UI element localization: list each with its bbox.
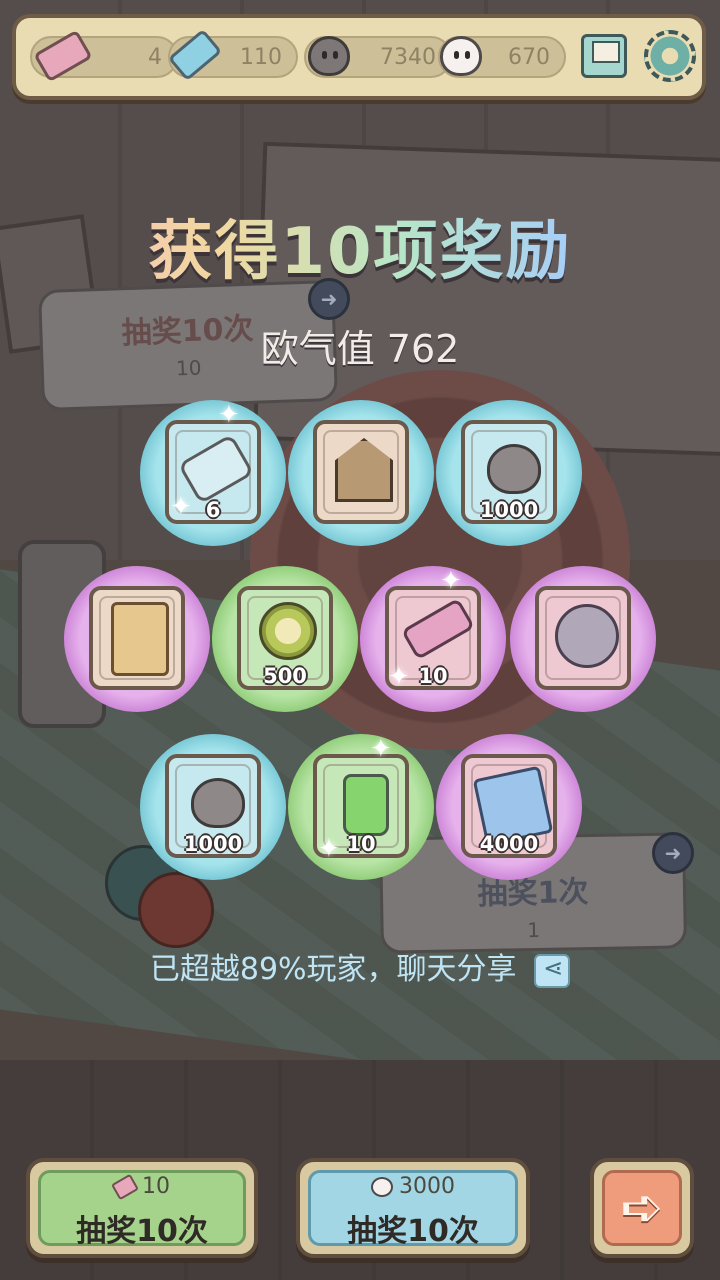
share-text: 已超越89%玩家，聊天分享 [149, 952, 517, 987]
reward-qty: 1000 [479, 498, 539, 522]
button-cost: 10 [30, 1173, 254, 1201]
reward-cuckoo-house[interactable] [288, 400, 434, 546]
sparkle-icon: ✦ [170, 492, 192, 522]
share-row[interactable]: 已超越89%玩家，聊天分享 [0, 944, 720, 988]
wheel-icon [259, 602, 317, 660]
pink-ticket-icon [110, 1173, 140, 1201]
white-ghost-icon [440, 36, 482, 76]
ghost-icon [191, 778, 245, 828]
white-ghost-count: 670 [508, 45, 550, 70]
reward-card [535, 586, 631, 690]
sparkle-icon: ✦ [440, 566, 462, 596]
pink-ticket-icon [33, 29, 93, 83]
reward-embroidered-cloth[interactable]: 4000 [436, 734, 582, 880]
reward-scroll[interactable]: 6 ✦ ✦ [140, 400, 286, 546]
resource-bar: 4 110 7340 670 [12, 14, 706, 100]
button-label: 抽奖10次 [76, 1214, 208, 1249]
reward-card: 1000 [461, 420, 557, 524]
ghost-icon [487, 444, 541, 494]
luck-value: 欧气值 762 [260, 327, 460, 371]
dark-ghost-icon [308, 36, 350, 76]
reward-card: 500 [237, 586, 333, 690]
reward-gray-ghost[interactable]: 1000 [436, 400, 582, 546]
parchment-icon [111, 602, 169, 676]
resource-blue-ticket: 110 [167, 28, 298, 82]
resource-dark-ghost: 7340 [304, 36, 452, 78]
reward-telescope[interactable]: 10 ✦ ✦ [360, 566, 506, 712]
reward-parchment[interactable] [64, 566, 210, 712]
share-icon[interactable] [534, 953, 571, 988]
reward-qty: 1000 [183, 832, 243, 856]
reward-qty: 4000 [479, 832, 539, 856]
white-ghost-icon [371, 1177, 393, 1197]
reward-potion-bottle[interactable]: 10 ✦ ✦ [288, 734, 434, 880]
reward-card [313, 420, 409, 524]
resource-white-ghost: 670 [438, 36, 566, 78]
reward-card: 1000 [165, 754, 261, 858]
reward-portrait-coin[interactable] [510, 566, 656, 712]
bottle-icon [343, 774, 389, 836]
dark-ghost-count: 7340 [380, 45, 436, 70]
gear-icon[interactable] [644, 30, 696, 82]
resource-pink-ticket: 4 [30, 29, 178, 83]
reward-gray-ghost[interactable]: 1000 [140, 734, 286, 880]
coin-icon [555, 604, 619, 668]
sparkle-icon: ✦ [370, 734, 392, 764]
reward-card: 4000 [461, 754, 557, 858]
sparkle-icon: ✦ [318, 834, 340, 864]
blue-ticket-count: 110 [240, 45, 282, 70]
sparkle-icon: ✦ [218, 400, 240, 430]
draw-ten-ghost-button[interactable]: 3000 抽奖10次 [296, 1158, 530, 1258]
page-title: 获得10项奖励 [0, 200, 720, 292]
blue-ticket-icon [167, 28, 223, 82]
mail-icon[interactable] [581, 34, 627, 78]
draw-ten-ticket-button[interactable]: 10 抽奖10次 [26, 1158, 258, 1258]
button-cost: 3000 [300, 1174, 526, 1199]
arrow-right-icon: ➪ [620, 1178, 664, 1238]
sparkle-icon: ✦ [388, 662, 410, 692]
button-label: 抽奖10次 [347, 1214, 479, 1249]
reward-card [89, 586, 185, 690]
pink-ticket-count: 4 [148, 45, 162, 70]
next-button[interactable]: ➪ [590, 1158, 694, 1258]
reward-qty: 500 [263, 664, 307, 688]
reward-wheel[interactable]: 500 [212, 566, 358, 712]
